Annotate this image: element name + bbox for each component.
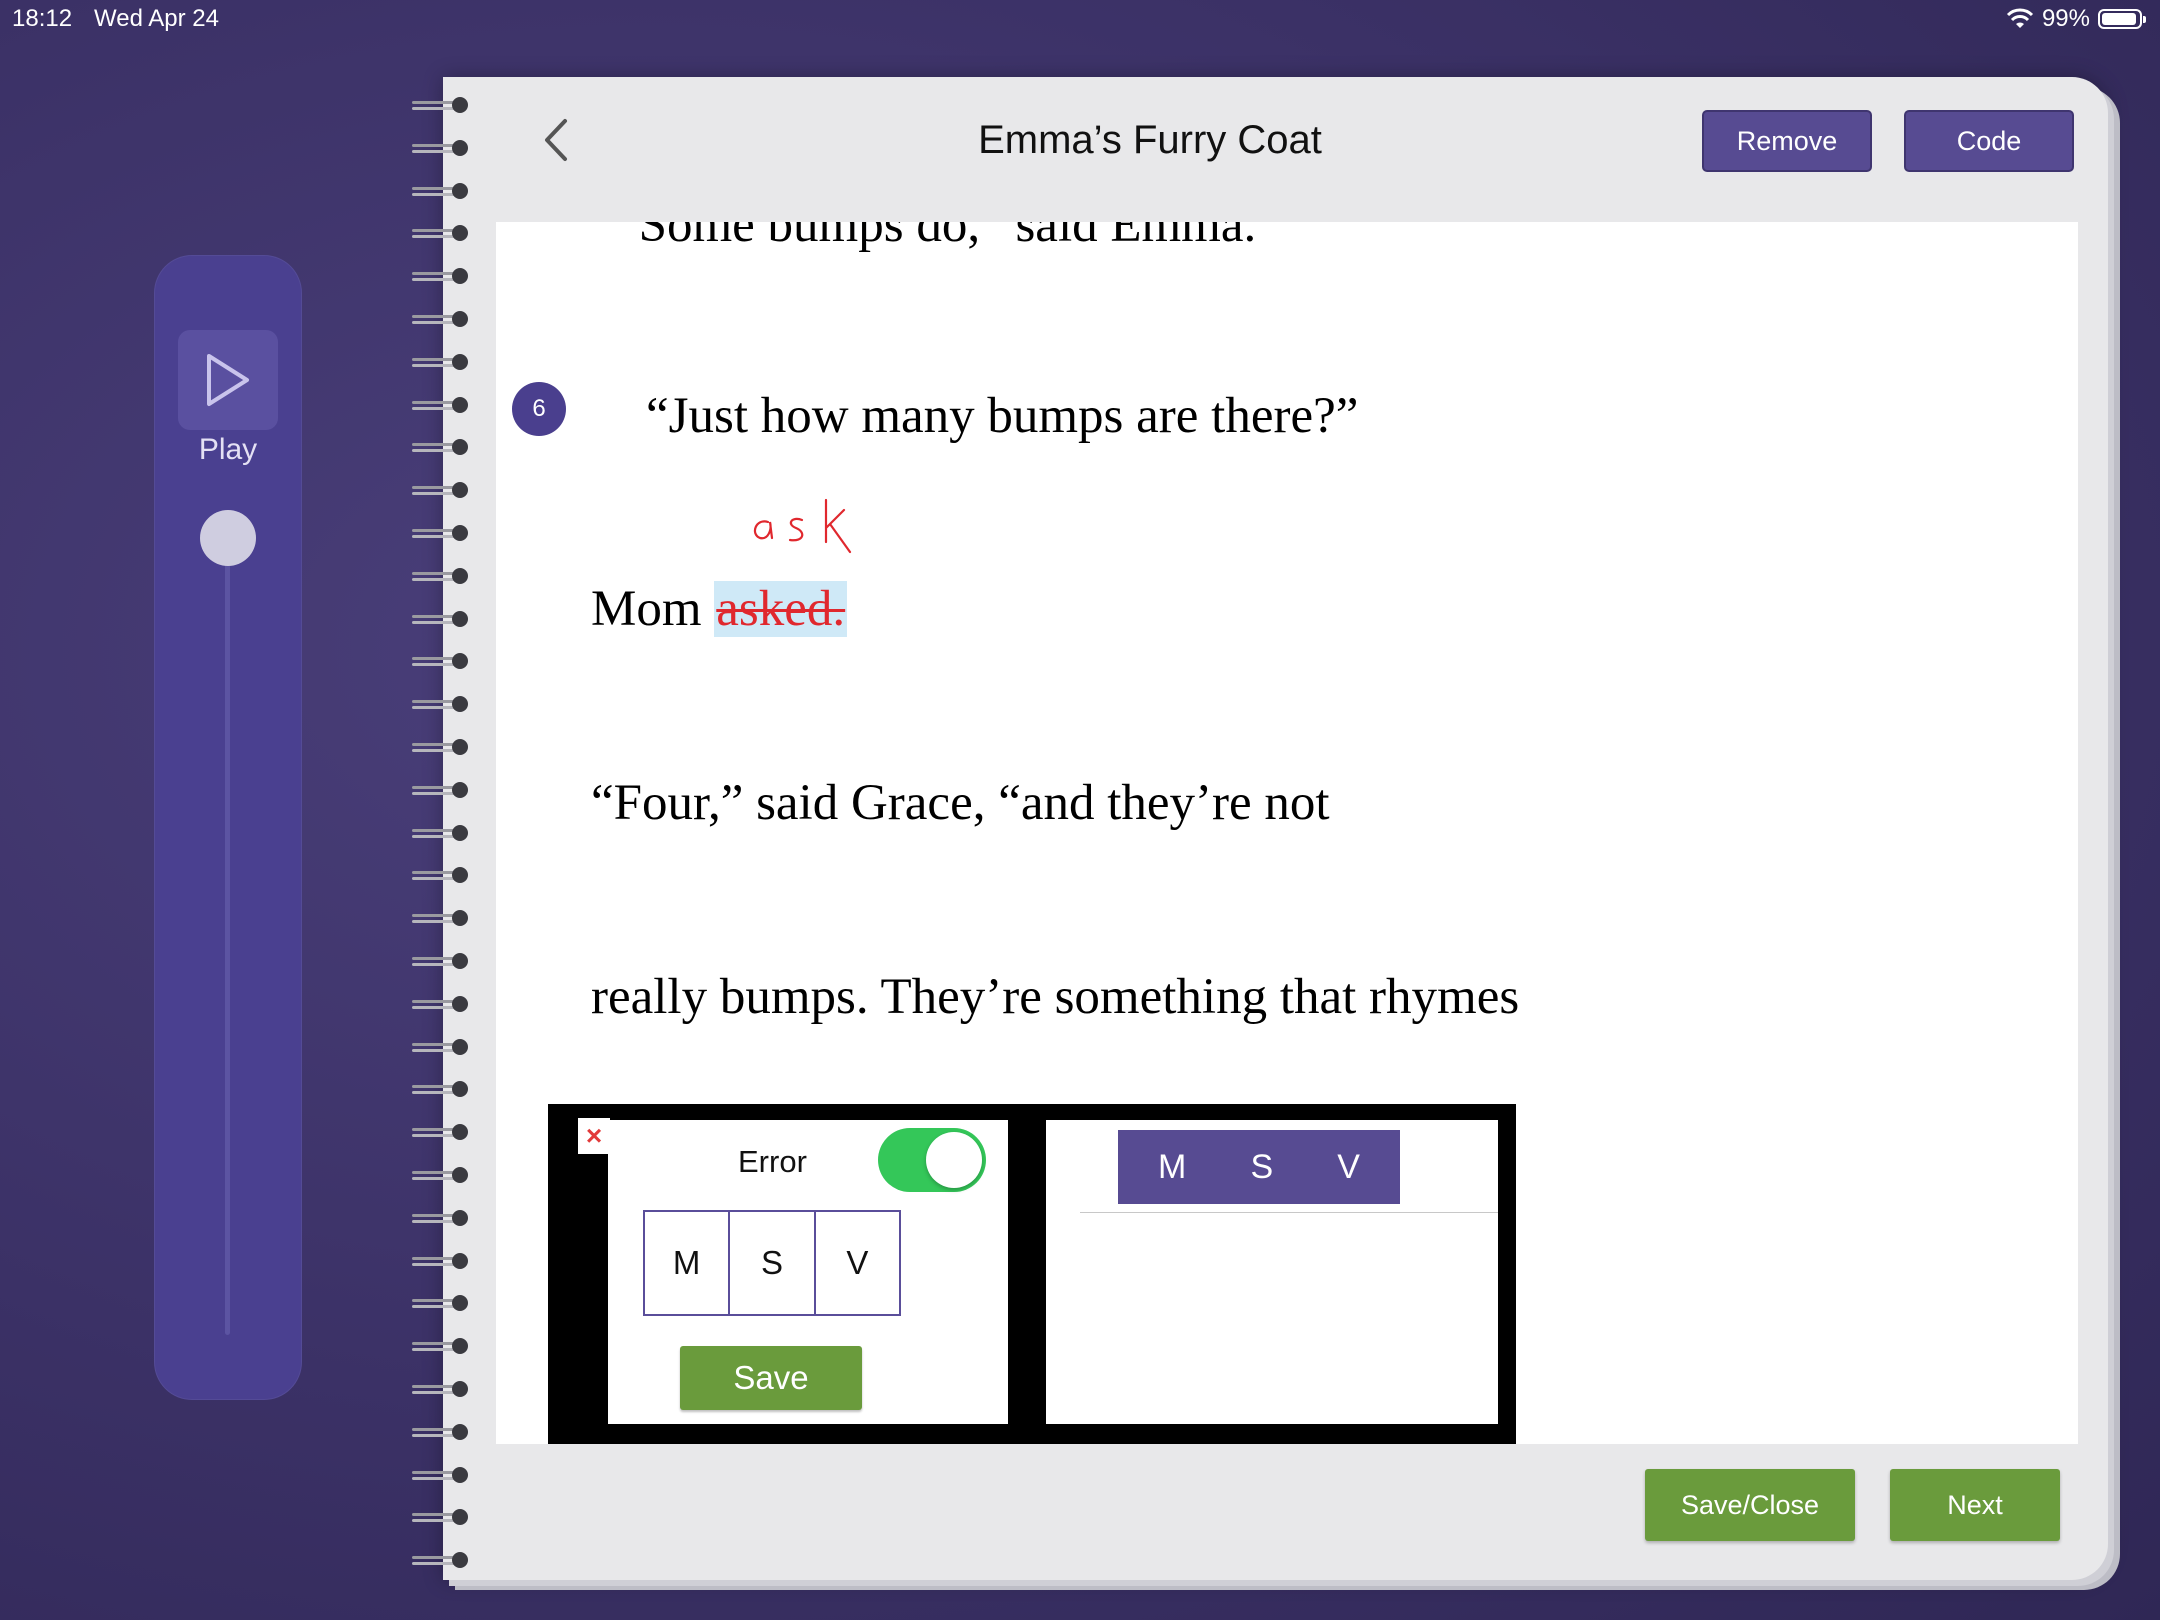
spiral-ring — [412, 1208, 472, 1228]
toggle-knob — [926, 1132, 982, 1188]
story-line-mom: Mom asked. — [591, 580, 848, 638]
save-error-button[interactable]: Save — [680, 1346, 862, 1410]
msv-structure-button[interactable]: S — [730, 1212, 816, 1314]
play-button[interactable] — [178, 330, 278, 430]
error-entry-panel: Error M S V Save — [608, 1120, 1008, 1424]
spiral-ring — [412, 994, 472, 1014]
spiral-ring — [412, 395, 472, 415]
spiral-ring — [412, 908, 472, 928]
story-line-6: “Just how many bumps are there?” — [646, 388, 1359, 444]
status-date: Wed Apr 24 — [94, 5, 219, 32]
spiral-ring — [412, 1251, 472, 1271]
spiral-ring — [412, 352, 472, 372]
spiral-ring — [412, 1293, 472, 1313]
save-close-button[interactable]: Save/Close — [1645, 1469, 1855, 1541]
error-word[interactable]: asked. — [714, 581, 848, 637]
status-right: 99% — [2006, 5, 2146, 33]
spiral-ring — [412, 694, 472, 714]
spiral-ring — [412, 1122, 472, 1142]
spiral-ring — [412, 566, 472, 586]
spiral-ring — [412, 1165, 472, 1185]
spiral-ring — [412, 266, 472, 286]
spiral-ring — [412, 523, 472, 543]
book-title: Emma’s Furry Coat — [978, 118, 1322, 162]
status-bar: 18:12 Wed Apr 24 99% — [0, 0, 2160, 40]
spiral-ring — [412, 95, 472, 115]
close-popup-button[interactable]: × — [578, 1118, 610, 1154]
spiral-ring — [412, 1422, 472, 1442]
error-coding-popup: × Error M S V Save M S V — [548, 1104, 1516, 1444]
code-button[interactable]: Code — [1904, 110, 2074, 172]
spiral-binding — [412, 95, 472, 1575]
msv-tag-m: M — [1158, 1147, 1187, 1186]
spiral-ring — [412, 823, 472, 843]
story-word-mom: Mom — [591, 581, 715, 637]
spiral-ring — [412, 1336, 472, 1356]
spiral-ring — [412, 138, 472, 158]
spiral-ring — [412, 651, 472, 671]
battery-icon — [2098, 9, 2146, 29]
msv-tag-s: S — [1250, 1147, 1274, 1186]
wifi-icon — [2006, 8, 2034, 28]
spiral-ring — [412, 181, 472, 201]
spiral-ring — [412, 1037, 472, 1057]
spiral-ring — [412, 1079, 472, 1099]
playback-slider-knob[interactable] — [200, 510, 256, 566]
remove-button[interactable]: Remove — [1702, 110, 1872, 172]
msv-selector: M S V — [643, 1210, 901, 1316]
chevron-left-icon — [545, 119, 567, 161]
msv-summary-panel: M S V — [1046, 1120, 1498, 1424]
msv-meaning-button[interactable]: M — [645, 1212, 731, 1314]
next-button[interactable]: Next — [1890, 1469, 2060, 1541]
msv-visual-button[interactable]: V — [816, 1212, 899, 1314]
msv-summary-tag[interactable]: M S V — [1118, 1130, 1400, 1204]
error-label: Error — [738, 1144, 807, 1179]
play-label: Play — [198, 433, 258, 466]
audio-player-panel: Play — [154, 255, 302, 1400]
battery-percent: 99% — [2041, 5, 2090, 32]
spiral-ring — [412, 737, 472, 757]
play-icon — [207, 354, 249, 406]
line-number-badge[interactable]: 6 — [512, 382, 566, 436]
playback-slider-track[interactable] — [225, 555, 230, 1335]
spiral-ring — [412, 1379, 472, 1399]
story-line-bumps: really bumps. They’re something that rhy… — [591, 969, 1520, 1025]
status-time: 18:12 — [12, 5, 73, 32]
error-toggle[interactable] — [878, 1128, 986, 1192]
spiral-ring — [412, 1550, 472, 1570]
spiral-ring — [412, 480, 472, 500]
back-button[interactable] — [537, 115, 577, 165]
spiral-ring — [412, 1507, 472, 1527]
msv-tag-v: V — [1337, 1147, 1360, 1186]
story-line-four: “Four,” said Grace, “and they’re not — [591, 775, 1330, 831]
spiral-ring — [412, 437, 472, 457]
spiral-ring — [412, 780, 472, 800]
spiral-ring — [412, 223, 472, 243]
spiral-ring — [412, 1465, 472, 1485]
story-line-cut: “Some bumps do,” said Emma. — [616, 222, 1257, 253]
spiral-ring — [412, 609, 472, 629]
handwritten-correction — [753, 498, 852, 554]
spiral-ring — [412, 951, 472, 971]
spiral-ring — [412, 865, 472, 885]
story-page: “Some bumps do,” said Emma. 6 “Just how … — [496, 222, 2078, 1444]
summary-divider — [1080, 1212, 1498, 1213]
spiral-ring — [412, 309, 472, 329]
